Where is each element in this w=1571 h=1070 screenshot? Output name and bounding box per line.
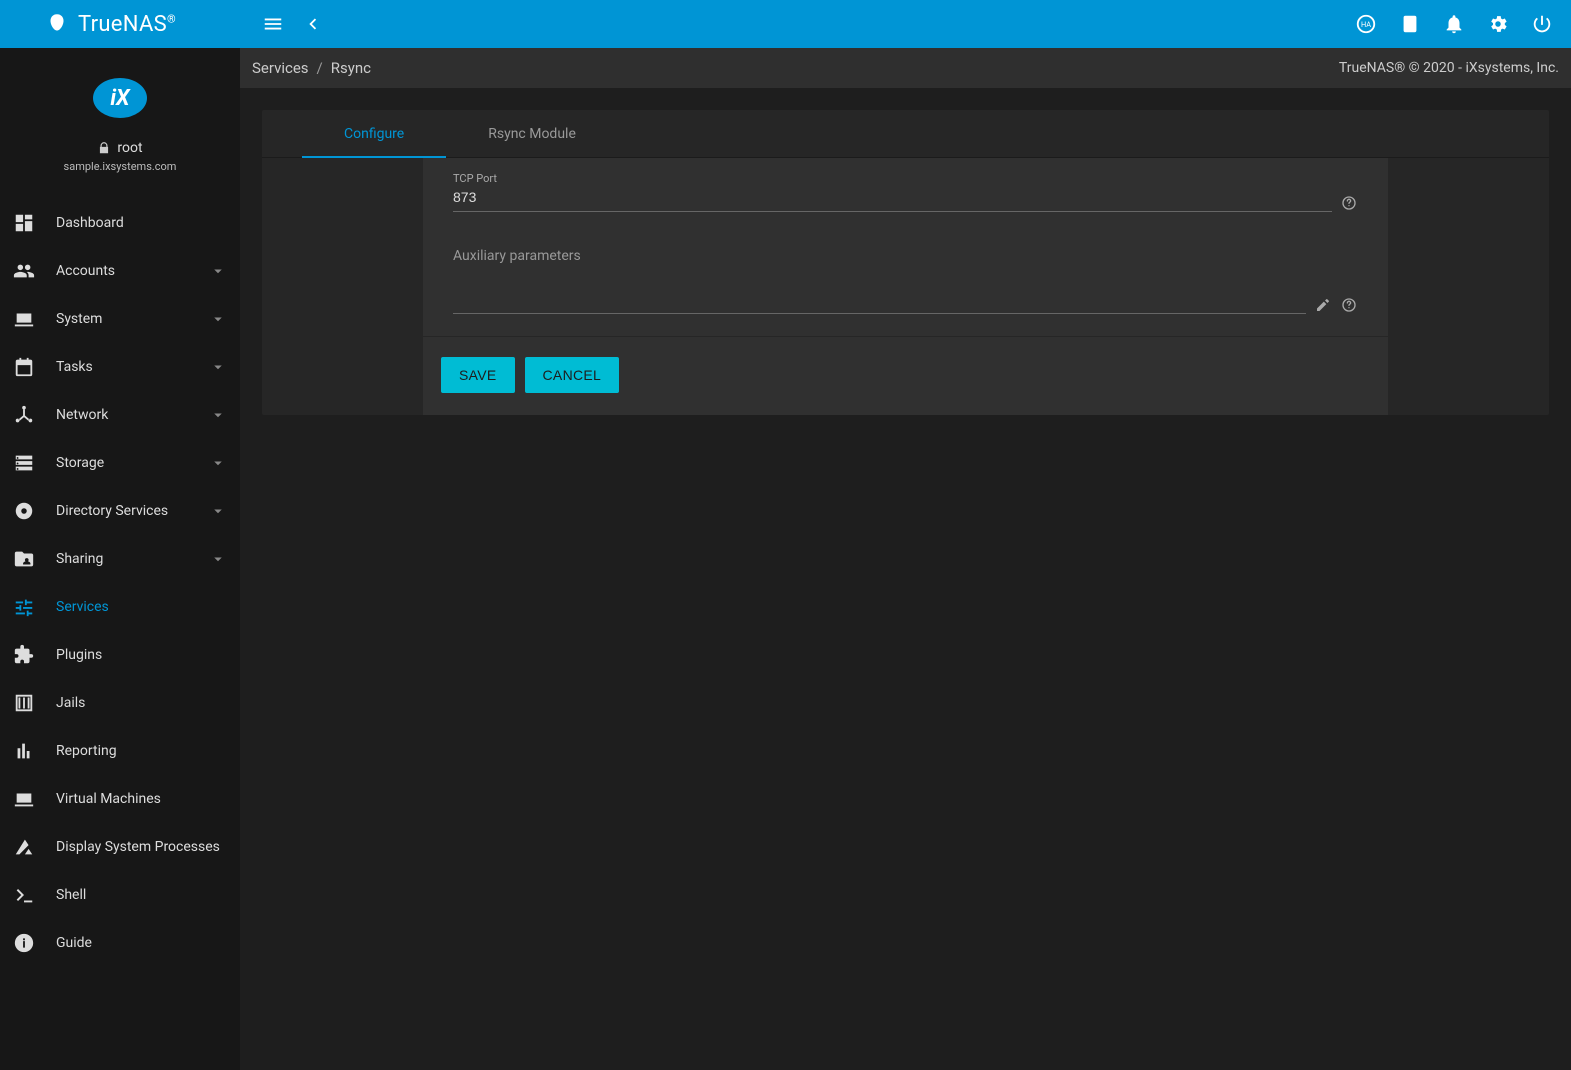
date_range-icon [12,355,36,379]
sidebar-item-directory-services[interactable]: Directory Services [0,487,240,535]
sidebar-item-label: Shell [56,887,228,903]
info-icon [12,931,36,955]
sidebar-item-label: Reporting [56,743,228,759]
breadcrumb-bar: Services / Rsync TrueNAS® © 2020 - iXsys… [240,48,1571,88]
brand-block: iX root sample.ixsystems.com [0,48,240,199]
dashboard-icon [12,211,36,235]
sidebar-item-label: Tasks [56,359,208,375]
sidebar-item-label: Sharing [56,551,208,567]
username: root [117,140,142,156]
tab-bar: ConfigureRsync Module [262,110,1549,158]
sidebar-item-label: Virtual Machines [56,791,228,807]
sidebar-item-display-system-processes[interactable]: Display System Processes [0,823,240,871]
aux-help-icon[interactable] [1340,296,1358,314]
breadcrumb-root[interactable]: Services [252,59,309,77]
sidebar-item-system[interactable]: System [0,295,240,343]
expand-caret-icon [208,405,228,425]
expand-caret-icon [208,261,228,281]
form-card: TCP Port Auxiliary parameters [423,158,1388,415]
sidebar-item-label: Dashboard [56,215,228,231]
aux-params-input[interactable] [453,240,1306,314]
menu-toggle-icon[interactable] [262,13,284,35]
clipboard-icon[interactable] [1399,13,1421,35]
ha-status-icon[interactable] [1355,13,1377,35]
back-icon[interactable] [302,13,324,35]
ix-logo-icon: iX [93,78,147,118]
breadcrumb-sep: / [317,59,323,77]
notifications-icon[interactable] [1443,13,1465,35]
extension-icon [12,643,36,667]
content-card: ConfigureRsync Module TCP Port Auxiliary… [262,110,1549,415]
tcp-port-input[interactable] [453,185,1332,212]
expand-caret-icon [208,453,228,473]
sidebar: iX root sample.ixsystems.com Dashboard Ac… [0,48,240,1070]
expand-caret-icon [208,549,228,569]
field-tcp-port: TCP Port [453,172,1358,212]
svg-text:iX: iX [110,86,131,111]
sidebar-item-virtual-machines[interactable]: Virtual Machines [0,775,240,823]
breadcrumb-current: Rsync [331,59,371,77]
expand-caret-icon [208,501,228,521]
expand-caret-icon [208,309,228,329]
sidebar-item-label: Display System Processes [56,839,228,855]
sidebar-item-label: Directory Services [56,503,208,519]
save-button[interactable]: SAVE [441,357,515,393]
power-icon[interactable] [1531,13,1553,35]
sidebar-item-tasks[interactable]: Tasks [0,343,240,391]
cancel-button[interactable]: CANCEL [525,357,620,393]
tab-rsync-module[interactable]: Rsync Module [446,110,618,157]
bar_chart-icon [12,739,36,763]
folder_shared-icon [12,547,36,571]
sidebar-item-label: Guide [56,935,228,951]
nav-list: Dashboard Accounts System Tasks Network Stora… [0,199,240,967]
storage-icon [12,451,36,475]
sidebar-item-label: Plugins [56,647,228,663]
main: Services / Rsync TrueNAS® © 2020 - iXsys… [240,48,1571,1070]
sidebar-item-storage[interactable]: Storage [0,439,240,487]
hostname: sample.ixsystems.com [0,160,240,173]
tune-icon [12,595,36,619]
sidebar-item-plugins[interactable]: Plugins [0,631,240,679]
sidebar-item-shell[interactable]: Shell [0,871,240,919]
user-line: root [0,140,240,156]
topbar: TrueNAS® [0,0,1571,48]
jail-icon [12,691,36,715]
sidebar-item-sharing[interactable]: Sharing [0,535,240,583]
sidebar-item-label: System [56,311,208,327]
sidebar-item-reporting[interactable]: Reporting [0,727,240,775]
product-logo[interactable]: TrueNAS® [44,11,176,37]
sidebar-item-label: Storage [56,455,208,471]
tab-configure[interactable]: Configure [302,110,446,157]
sidebar-item-label: Accounts [56,263,208,279]
sidebar-item-label: Network [56,407,208,423]
device_hub-icon [12,403,36,427]
form-actions: SAVE CANCEL [423,337,1388,415]
sidebar-item-label: Jails [56,695,228,711]
copyright: TrueNAS® © 2020 - iXsystems, Inc. [1339,60,1559,76]
sidebar-item-services[interactable]: Services [0,583,240,631]
sidebar-item-label: Services [56,599,228,615]
aux-label: Auxiliary parameters [453,248,581,264]
aux-edit-icon[interactable] [1314,296,1332,314]
laptop-icon [12,787,36,811]
sidebar-item-network[interactable]: Network [0,391,240,439]
people-icon [12,259,36,283]
tcp-port-label: TCP Port [453,172,1358,185]
album-icon [12,499,36,523]
tcp-port-help-icon[interactable] [1340,194,1358,212]
product-name: TrueNAS® [78,12,176,37]
sidebar-item-jails[interactable]: Jails [0,679,240,727]
settings-icon[interactable] [1487,13,1509,35]
field-aux-params: Auxiliary parameters [453,240,1358,314]
laptop-icon [12,307,36,331]
sidebar-item-accounts[interactable]: Accounts [0,247,240,295]
terminal-icon [12,883,36,907]
perm_data-icon [12,835,36,859]
sidebar-item-guide[interactable]: Guide [0,919,240,967]
expand-caret-icon [208,357,228,377]
sidebar-item-dashboard[interactable]: Dashboard [0,199,240,247]
